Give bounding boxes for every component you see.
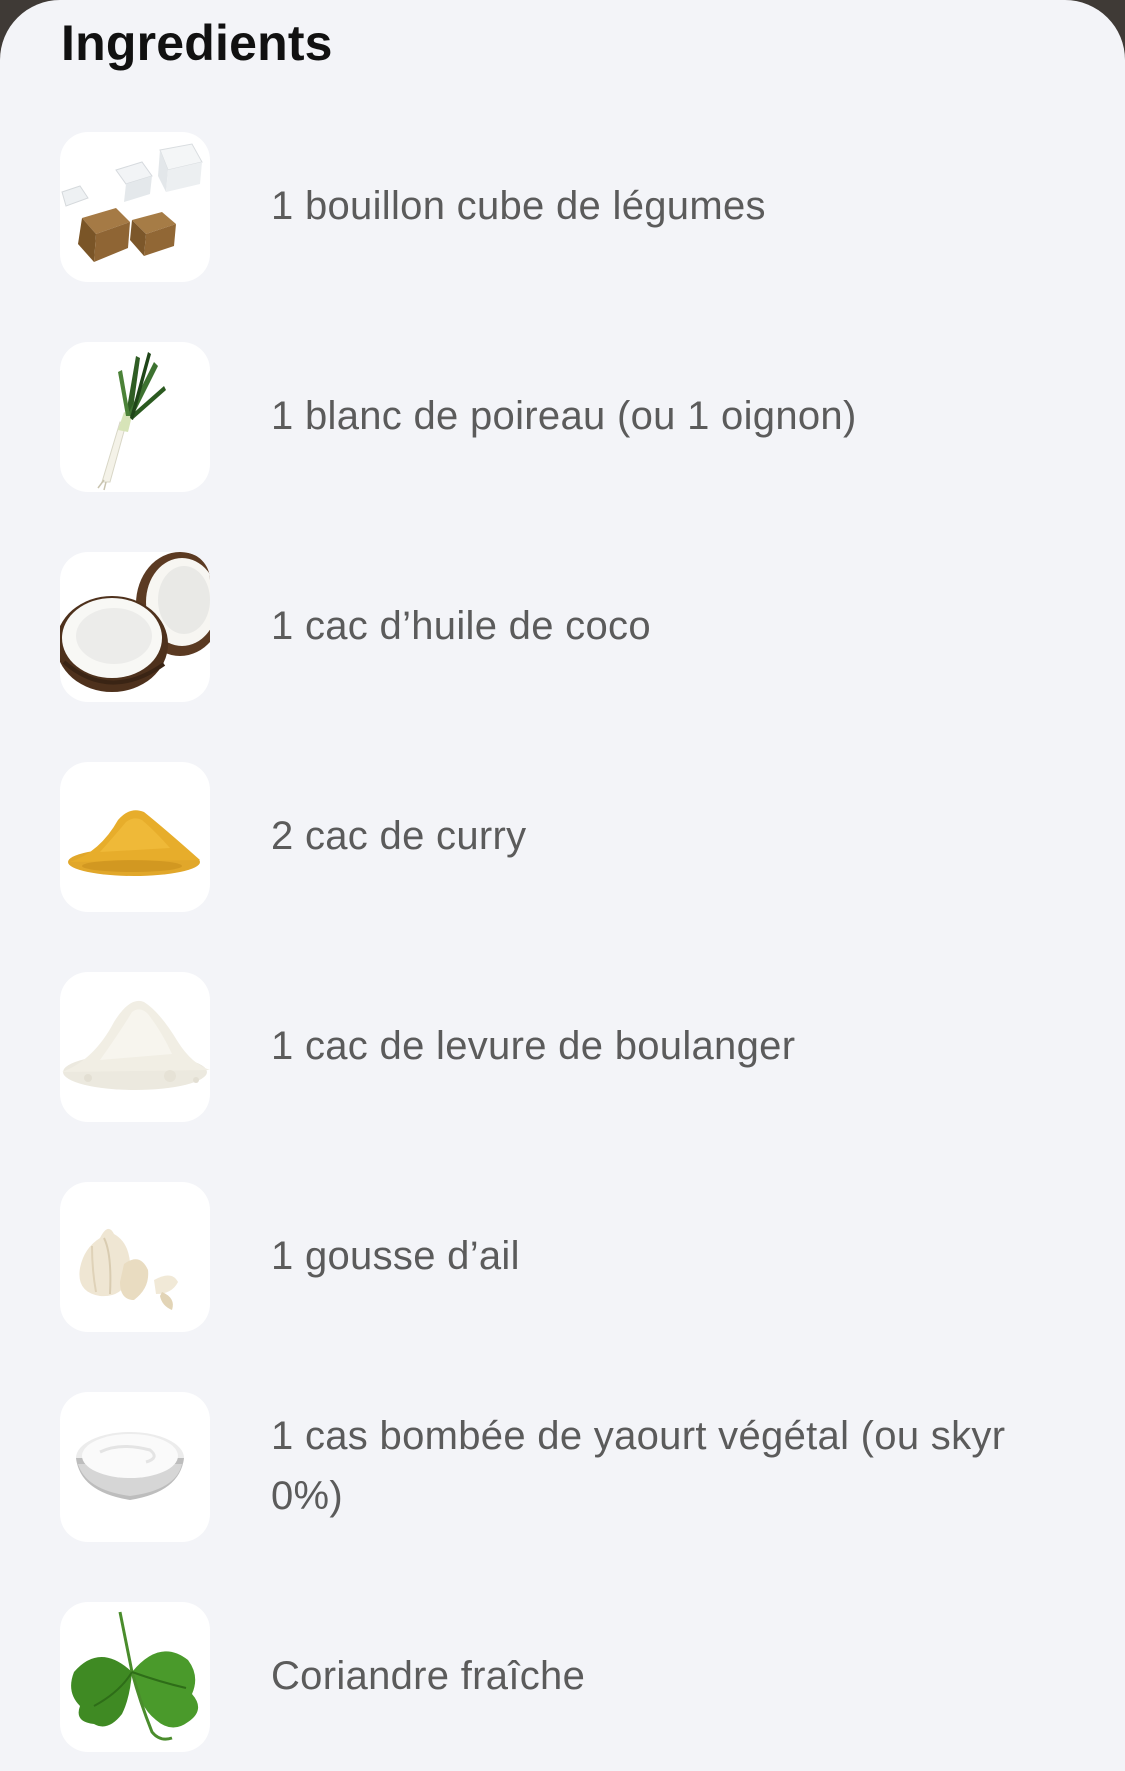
- ingredient-label: 1 gousse d’ail: [271, 1234, 520, 1278]
- ingredient-item: 2 cac de curry: [0, 762, 1125, 914]
- ingredients-sheet: Ingredients 1 bouillon cube de légumes 1…: [0, 0, 1125, 1771]
- yogurt-icon: [60, 1392, 210, 1542]
- ingredient-item: 1 cac de levure de boulanger: [0, 972, 1125, 1124]
- ingredient-label: Coriandre fraîche: [271, 1654, 586, 1698]
- ingredient-label: 1 bouillon cube de légumes: [271, 184, 766, 228]
- garlic-icon: [60, 1182, 210, 1332]
- leek-icon: [60, 342, 210, 492]
- ingredient-label: 2 cac de curry: [271, 814, 527, 858]
- bouillon-cube-icon: [60, 132, 210, 282]
- curry-powder-icon: [60, 762, 210, 912]
- ingredient-item: 1 cas bombée de yaourt végétal (ou skyr …: [0, 1392, 1125, 1544]
- ingredient-item: 1 bouillon cube de légumes: [0, 132, 1125, 284]
- yeast-powder-icon: [60, 972, 210, 1122]
- ingredient-item: 1 blanc de poireau (ou 1 oignon): [0, 342, 1125, 494]
- ingredient-label: 1 cac de levure de boulanger: [271, 1024, 796, 1068]
- coconut-icon: [60, 552, 210, 702]
- ingredient-label: 1 blanc de poireau (ou 1 oignon): [271, 394, 857, 438]
- ingredient-label: 1 cas bombée de yaourt végétal (ou skyr …: [271, 1414, 1006, 1518]
- section-title: Ingredients: [61, 15, 333, 71]
- ingredient-item: 1 gousse d’ail: [0, 1182, 1125, 1334]
- ingredient-label: 1 cac d’huile de coco: [271, 604, 651, 648]
- ingredient-item: Coriandre fraîche: [0, 1602, 1125, 1754]
- ingredient-item: 1 cac d’huile de coco: [0, 552, 1125, 704]
- coriander-icon: [60, 1602, 210, 1752]
